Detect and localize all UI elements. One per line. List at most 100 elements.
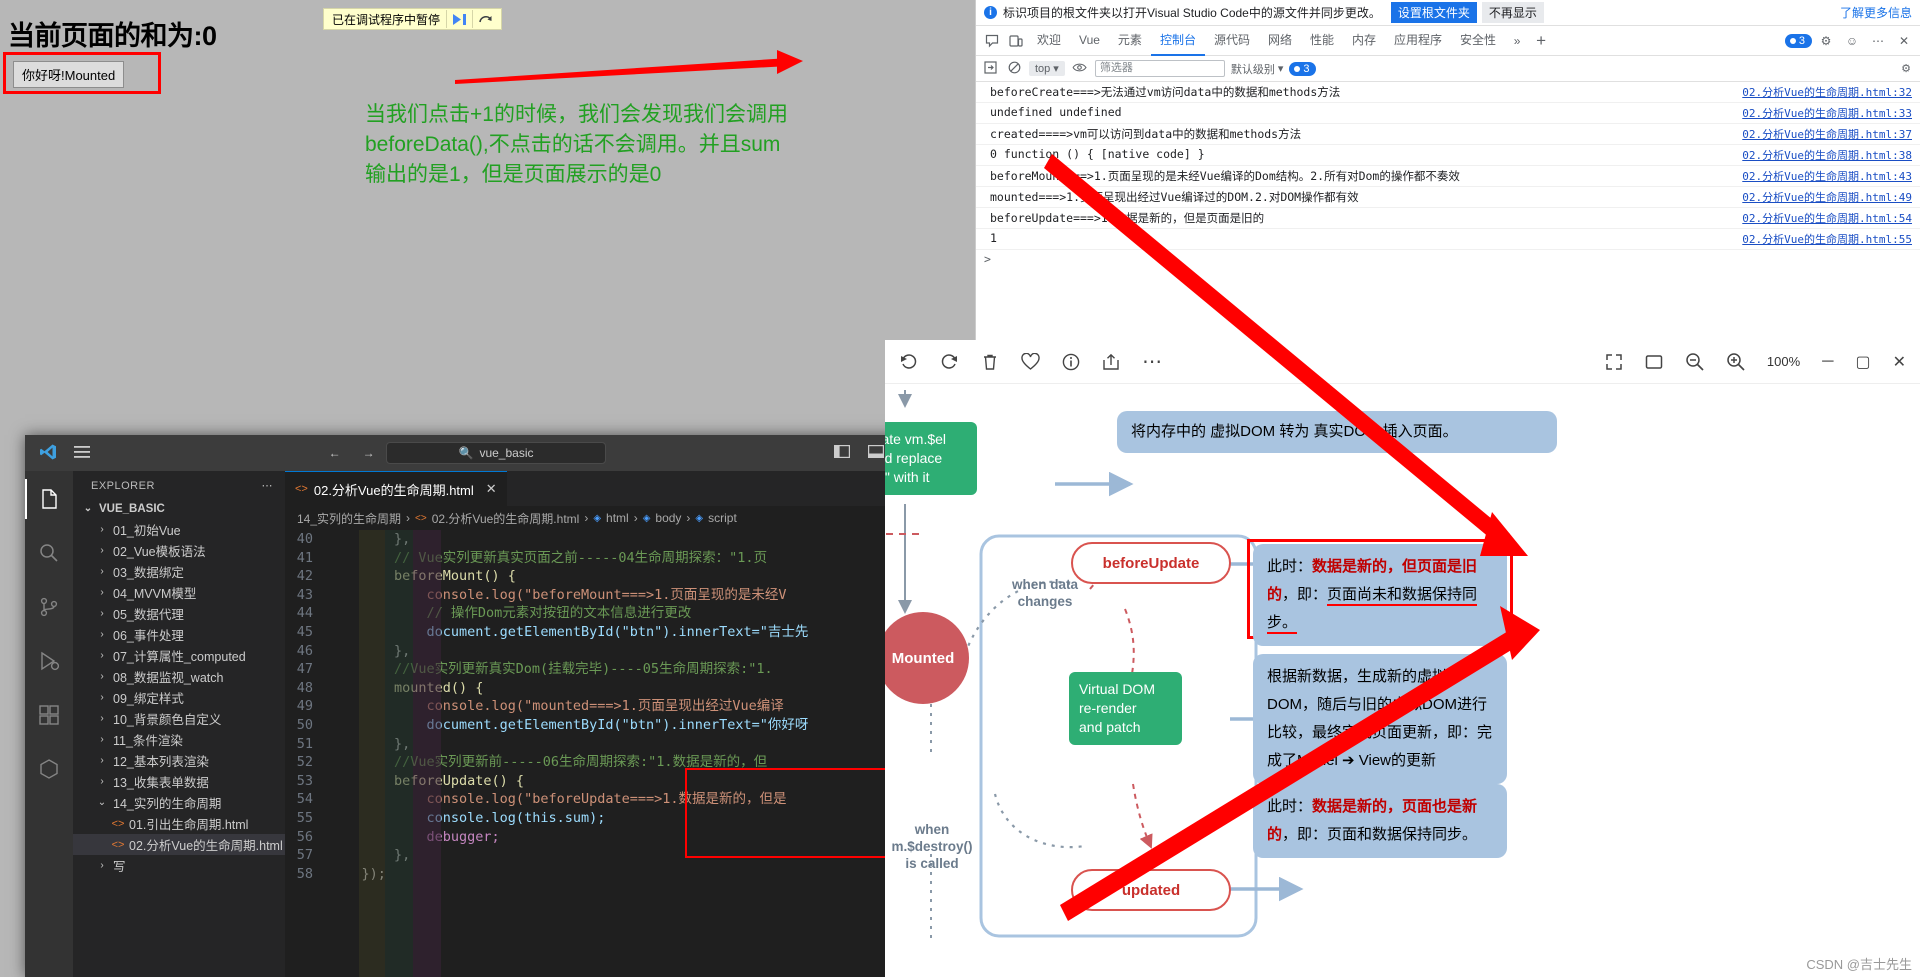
- rotate-right-icon[interactable]: [940, 352, 959, 371]
- messages-badge[interactable]: 3: [1289, 61, 1317, 76]
- console-source-link[interactable]: 02.分析Vue的生命周期.html:55: [1742, 231, 1912, 247]
- maximize-button[interactable]: ▢: [1855, 352, 1870, 372]
- close-button[interactable]: ✕: [1893, 352, 1906, 372]
- favorite-icon[interactable]: [1021, 352, 1040, 371]
- info-icon[interactable]: [1062, 353, 1080, 371]
- tab-security[interactable]: 安全性: [1451, 26, 1505, 56]
- search-icon[interactable]: [25, 533, 73, 573]
- console-source-link[interactable]: 02.分析Vue的生命周期.html:33: [1742, 105, 1912, 121]
- zoom-out-icon[interactable]: [1685, 352, 1704, 371]
- tree-item-folder[interactable]: › 04_MVVM模型: [73, 582, 285, 603]
- tree-item-folder[interactable]: › 07_计算属性_computed: [73, 645, 285, 666]
- fit-screen-icon[interactable]: [1605, 353, 1623, 371]
- tab-application[interactable]: 应用程序: [1385, 26, 1451, 56]
- tree-root-vue-basic[interactable]: ⌄ VUE_BASIC: [73, 498, 285, 519]
- tab-console[interactable]: 控制台: [1150, 26, 1205, 56]
- tab-elements[interactable]: 元素: [1109, 26, 1151, 56]
- step-over-icon[interactable]: [473, 13, 499, 26]
- resume-icon[interactable]: [447, 13, 472, 26]
- extensions-icon[interactable]: [25, 695, 73, 735]
- remote-explorer-icon[interactable]: [25, 749, 73, 789]
- add-tab-icon[interactable]: +: [1529, 29, 1553, 53]
- console-row[interactable]: 0 function () { [native code] } 02.分析Vue…: [976, 145, 1920, 166]
- inspect-element-icon[interactable]: [980, 29, 1004, 53]
- arrow-left-icon[interactable]: ←: [318, 446, 352, 460]
- editor-tab-active[interactable]: <> 02.分析Vue的生命周期.html ✕: [285, 471, 507, 506]
- dont-show-again-button[interactable]: 不再显示: [1481, 2, 1544, 23]
- tree-item-file[interactable]: <> 01.引出生命周期.html: [73, 813, 285, 834]
- rotate-left-icon[interactable]: [899, 352, 918, 371]
- console-row[interactable]: beforeUpdate===>1.数据是新的，但是页面是旧的 02.分析Vue…: [976, 208, 1920, 229]
- tree-item-folder[interactable]: › 02_Vue模板语法: [73, 540, 285, 561]
- breadcrumb-html[interactable]: html: [606, 511, 629, 525]
- minimize-button[interactable]: ─: [1822, 353, 1833, 371]
- more-actions-icon[interactable]: ⋯: [262, 479, 274, 492]
- issues-badge[interactable]: 3: [1784, 33, 1812, 48]
- tree-item-folder[interactable]: › 12_基本列表渲染: [73, 750, 285, 771]
- console-source-link[interactable]: 02.分析Vue的生命周期.html:37: [1742, 126, 1912, 142]
- console-row[interactable]: beforeMount===>1.页面呈现的是未经Vue编译的Dom结构。2.所…: [976, 166, 1920, 187]
- tab-memory[interactable]: 内存: [1343, 26, 1385, 56]
- filter-input[interactable]: 筛选器: [1094, 60, 1225, 77]
- tree-item-folder[interactable]: › 10_背景颜色自定义: [73, 708, 285, 729]
- source-control-icon[interactable]: [25, 587, 73, 627]
- tree-item-folder[interactable]: › 11_条件渲染: [73, 729, 285, 750]
- clear-console-icon[interactable]: [981, 60, 999, 77]
- feedback-icon[interactable]: ☺: [1840, 29, 1864, 53]
- tree-item-folder[interactable]: › 08_数据监视_watch: [73, 666, 285, 687]
- console-row[interactable]: created====>vm可以访问到data中的数据和methods方法 02…: [976, 124, 1920, 145]
- close-icon[interactable]: ✕: [1892, 29, 1916, 53]
- more-icon[interactable]: ⋯: [1142, 349, 1162, 374]
- tab-vue[interactable]: Vue: [1070, 26, 1109, 56]
- share-icon[interactable]: [1102, 353, 1120, 371]
- no-entry-icon[interactable]: [1005, 61, 1023, 77]
- breadcrumb-folder[interactable]: 14_实列的生命周期: [297, 510, 401, 527]
- gear-icon[interactable]: ⚙: [1814, 29, 1838, 53]
- context-select[interactable]: top ▾: [1029, 61, 1065, 76]
- tree-item-folder[interactable]: › 13_收集表单数据: [73, 771, 285, 792]
- close-icon[interactable]: ✕: [486, 481, 497, 497]
- log-level-select[interactable]: 默认级别 ▾: [1231, 61, 1284, 77]
- breadcrumb-body[interactable]: body: [655, 511, 681, 525]
- explorer-icon[interactable]: [25, 479, 73, 519]
- run-debug-icon[interactable]: [25, 641, 73, 681]
- arrow-right-icon[interactable]: →: [352, 446, 386, 460]
- console-source-link[interactable]: 02.分析Vue的生命周期.html:43: [1742, 168, 1912, 184]
- tree-item-folder[interactable]: › 06_事件处理: [73, 624, 285, 645]
- tab-performance[interactable]: 性能: [1301, 26, 1343, 56]
- greet-button[interactable]: 你好呀!Mounted: [13, 61, 125, 88]
- vscode-quick-search[interactable]: 🔍 vue_basic: [385, 442, 607, 464]
- tab-sources[interactable]: 源代码: [1205, 26, 1259, 56]
- breadcrumb-script[interactable]: script: [708, 511, 737, 525]
- tree-item-folder[interactable]: › 01_初始Vue: [73, 519, 285, 540]
- eye-icon[interactable]: [1071, 62, 1089, 76]
- device-toolbar-icon[interactable]: [1004, 29, 1028, 53]
- console-source-link[interactable]: 02.分析Vue的生命周期.html:38: [1742, 147, 1912, 163]
- tree-item-folder-extra[interactable]: › 写: [73, 855, 285, 876]
- console-row[interactable]: 1 02.分析Vue的生命周期.html:55: [976, 229, 1920, 250]
- tab-network[interactable]: 网络: [1259, 26, 1301, 56]
- tree-item-folder[interactable]: › 05_数据代理: [73, 603, 285, 624]
- tree-item-folder[interactable]: › 09_绑定样式: [73, 687, 285, 708]
- toggle-primary-sidebar-icon[interactable]: [825, 445, 859, 461]
- console-source-link[interactable]: 02.分析Vue的生命周期.html:54: [1742, 210, 1912, 226]
- console-row[interactable]: undefined undefined 02.分析Vue的生命周期.html:3…: [976, 103, 1920, 124]
- console-source-link[interactable]: 02.分析Vue的生命周期.html:49: [1742, 189, 1912, 205]
- set-root-folder-button[interactable]: 设置根文件夹: [1390, 2, 1477, 23]
- learn-more-link[interactable]: 了解更多信息: [1840, 4, 1912, 21]
- hamburger-menu-icon[interactable]: [65, 445, 99, 462]
- more-options-icon[interactable]: ⋯: [1866, 29, 1890, 53]
- console-row[interactable]: mounted===>1.页面呈现出经过Vue编译过的DOM.2.对DOM操作都…: [976, 187, 1920, 208]
- tab-welcome[interactable]: 欢迎: [1028, 26, 1070, 56]
- console-prompt[interactable]: >: [976, 250, 1920, 268]
- tree-item-folder-lifecycle[interactable]: ⌄ 14_实列的生命周期: [73, 792, 285, 813]
- zoom-in-icon[interactable]: [1726, 352, 1745, 371]
- delete-icon[interactable]: [981, 353, 999, 371]
- console-row[interactable]: beforeCreate===>无法通过vm访问data中的数据和methods…: [976, 82, 1920, 103]
- console-source-link[interactable]: 02.分析Vue的生命周期.html:32: [1742, 84, 1912, 100]
- breadcrumb-file[interactable]: 02.分析Vue的生命周期.html: [432, 510, 580, 527]
- tree-item-file-selected[interactable]: <> 02.分析Vue的生命周期.html: [73, 834, 285, 855]
- actual-size-icon[interactable]: [1645, 353, 1663, 371]
- tab-overflow-icon[interactable]: »: [1505, 29, 1529, 53]
- tree-item-folder[interactable]: › 03_数据绑定: [73, 561, 285, 582]
